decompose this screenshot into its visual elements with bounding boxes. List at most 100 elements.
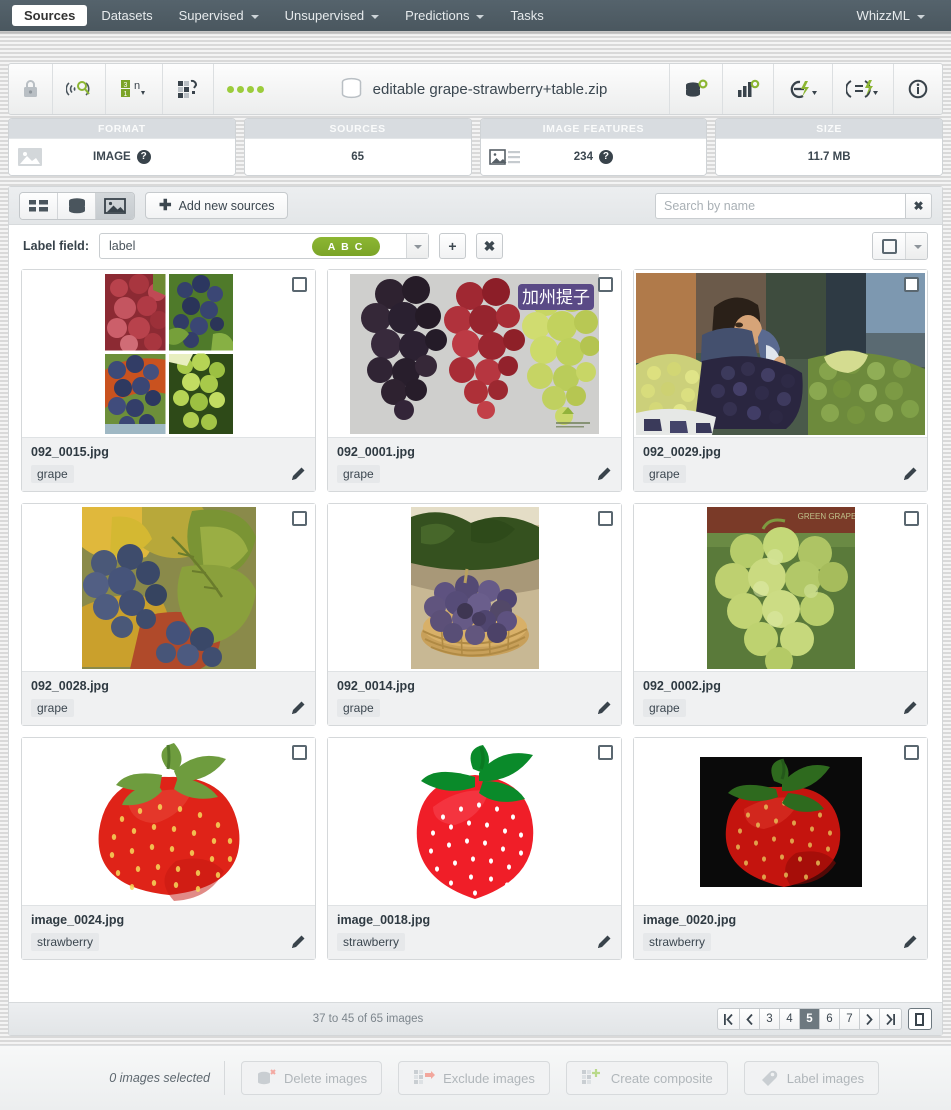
add-new-sources-button[interactable]: ✚ Add new sources [145,192,289,219]
nav-item-whizzml[interactable]: WhizzML [845,5,937,26]
status-dot [227,85,234,93]
image-card[interactable]: image_0024.jpg strawberry [21,737,316,960]
clear-search-button[interactable]: ✖ [905,192,932,219]
label-field-select[interactable]: label A B C [98,233,429,259]
edit-label-icon[interactable] [902,466,918,482]
stat-format: FORMAT IMAGE ? [8,118,236,176]
card-checkbox[interactable] [904,745,919,760]
card-checkbox[interactable] [904,511,919,526]
label-field-row: Label field: label A B C + ✖ [9,225,942,267]
image-card[interactable]: image_0020.jpg strawberry [633,737,928,960]
page-button-3[interactable]: 3 [758,1008,779,1030]
edit-label-icon[interactable] [596,466,612,482]
card-checkbox[interactable] [904,277,919,292]
page-prev-button[interactable] [738,1008,759,1030]
card-checkbox[interactable] [598,745,613,760]
card-filename: 092_0029.jpg [643,445,721,459]
page-size-button[interactable] [907,1008,932,1030]
dataset-gear-icon-button[interactable] [669,64,722,114]
create-composite-button[interactable]: Create composite [565,1061,728,1095]
page-next-button[interactable] [858,1008,879,1030]
page-button-7[interactable]: 7 [838,1008,859,1030]
card-thumbnail[interactable] [328,738,621,905]
search-group: ✖ [655,192,932,219]
card-footer: 092_0015.jpg grape [22,437,315,491]
page-first-button[interactable] [716,1008,739,1030]
card-thumbnail[interactable] [22,738,315,905]
search-input[interactable] [655,192,905,219]
plus-icon: ✚ [159,197,172,214]
card-filename: 092_0028.jpg [31,679,109,693]
edit-label-icon[interactable] [596,700,612,716]
card-tag-row: grape [337,699,612,717]
card-thumbnail[interactable] [634,270,927,437]
image-card[interactable]: 092_0029.jpg grape [633,269,928,492]
nav-label: Supervised [178,8,244,23]
card-thumbnail[interactable] [22,504,315,671]
nav-item-tasks[interactable]: Tasks [498,5,555,26]
svg-text:GREEN GRAPE: GREEN GRAPE [797,512,854,521]
select-all-checkbox[interactable] [873,233,905,259]
chart-gear-icon-button[interactable] [722,64,773,114]
exclude-images-button[interactable]: Exclude images [398,1061,550,1095]
card-thumbnail[interactable] [22,270,315,437]
help-icon[interactable]: ? [598,150,613,164]
lock-icon-button[interactable] [9,64,53,114]
card-checkbox[interactable] [598,511,613,526]
nav-label: Datasets [101,8,153,23]
edit-label-icon[interactable] [290,934,306,950]
card-checkbox[interactable] [292,745,307,760]
nav-item-supervised[interactable]: Supervised [167,5,271,26]
page-last-button[interactable] [878,1008,902,1030]
close-icon: ✖ [483,237,496,254]
card-checkbox[interactable] [292,511,307,526]
page-button-6[interactable]: 6 [818,1008,839,1030]
card-checkbox[interactable] [292,277,307,292]
image-card[interactable]: GREEN GRAPE 092_0002.jpg grape [633,503,928,726]
batch-flash-icon-button[interactable] [773,64,832,114]
field-types-icon-button[interactable]: 3 1 n [106,64,163,114]
card-label-tag: grape [337,465,380,483]
card-thumbnail[interactable] [328,504,621,671]
select-all-control[interactable] [872,232,928,260]
image-card[interactable]: 092_0028.jpg grape [21,503,316,726]
stat-header: SIZE [716,119,942,138]
card-thumbnail[interactable] [634,738,927,905]
edit-label-icon[interactable] [596,934,612,950]
composite-icon-button[interactable] [163,64,214,114]
edit-label-icon[interactable] [290,700,306,716]
image-card[interactable]: image_0018.jpg strawberry [327,737,622,960]
nav-item-datasets[interactable]: Datasets [89,5,164,26]
card-filename: 092_0015.jpg [31,445,109,459]
nav-item-unsupervised[interactable]: Unsupervised [273,5,392,26]
edit-label-icon[interactable] [902,934,918,950]
image-card[interactable]: 092_0015.jpg grape [21,269,316,492]
card-checkbox[interactable] [598,277,613,292]
card-label-tag: grape [337,699,380,717]
image-card[interactable]: 加州提子 092_0001.jpg grape [327,269,622,492]
remove-label-field-button[interactable]: ✖ [475,233,503,259]
help-icon[interactable]: ? [136,150,151,164]
page-button-4[interactable]: 4 [778,1008,799,1030]
status-dot [237,85,244,93]
add-label-field-button[interactable]: + [438,233,466,259]
delete-images-button[interactable]: Delete images [241,1061,383,1095]
nav-item-sources[interactable]: Sources [12,5,88,26]
edit-label-icon[interactable] [290,466,306,482]
info-icon-button[interactable] [893,64,942,114]
first-page-icon [723,1013,733,1025]
card-thumbnail[interactable]: GREEN GRAPE [634,504,927,671]
card-thumbnail[interactable]: 加州提子 [328,270,621,437]
label-images-button[interactable]: Label images [743,1061,880,1095]
image-card[interactable]: 092_0014.jpg grape [327,503,622,726]
nav-item-predictions[interactable]: Predictions [393,5,496,26]
wifi-search-icon-button[interactable] [53,64,106,114]
select-all-dropdown[interactable] [905,233,927,259]
view-toggle-sources[interactable] [58,192,96,219]
page-button-5-current[interactable]: 5 [798,1008,819,1030]
script-flash-icon-button[interactable] [832,64,893,114]
view-toggle-list[interactable] [20,192,58,219]
view-toggle-images[interactable] [96,192,134,219]
chevron-down-icon[interactable] [405,234,428,258]
edit-label-icon[interactable] [902,700,918,716]
